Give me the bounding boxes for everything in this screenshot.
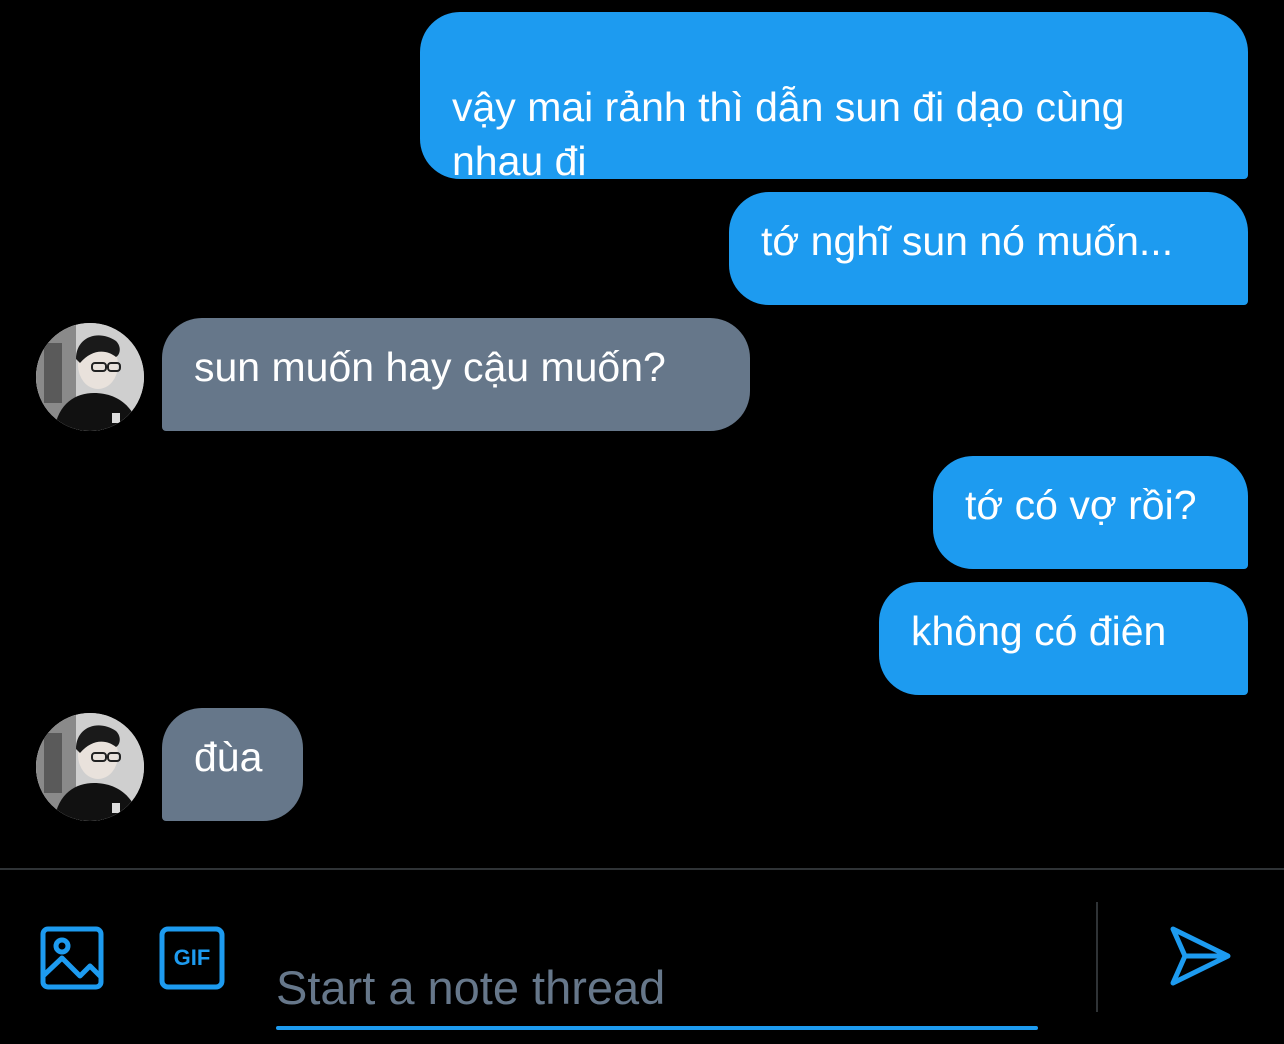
add-gif-button[interactable]: GIF — [159, 926, 225, 990]
message-thread: vậy mai rảnh thì dẫn sun đi dạo cùng nha… — [0, 0, 1284, 868]
avatar[interactable] — [36, 713, 144, 821]
message-composer: GIF Start a note thread — [0, 868, 1284, 1044]
add-media-button[interactable] — [40, 926, 104, 990]
outgoing-message-bubble[interactable]: vậy mai rảnh thì dẫn sun đi dạo cùng nha… — [420, 12, 1248, 184]
outgoing-message-bubble[interactable]: tớ nghĩ sun nó muốn... — [729, 192, 1248, 305]
message-text: sun muốn hay cậu muốn? — [194, 344, 666, 390]
outgoing-message-bubble[interactable]: tớ có vợ rồi? — [933, 456, 1248, 569]
avatar-photo-icon — [36, 713, 144, 821]
divider — [1096, 902, 1098, 1012]
incoming-message-bubble[interactable]: đùa — [162, 708, 303, 821]
avatar-photo-icon — [36, 323, 144, 431]
gif-label: GIF — [173, 945, 211, 970]
send-icon — [1170, 926, 1231, 986]
avatar[interactable] — [36, 323, 144, 431]
input-focus-underline — [276, 1026, 1038, 1030]
input-placeholder: Start a note thread — [276, 961, 666, 1014]
outgoing-message-bubble[interactable]: không có điên — [879, 582, 1248, 695]
note-thread-input[interactable]: Start a note thread — [276, 900, 1038, 1032]
message-text: đùa — [194, 734, 263, 780]
incoming-message-bubble[interactable]: sun muốn hay cậu muốn? — [162, 318, 750, 431]
image-icon — [40, 926, 104, 990]
message-text: vậy mai rảnh thì dẫn sun đi dạo cùng nha… — [452, 84, 1125, 184]
message-text: tớ nghĩ sun nó muốn... — [761, 218, 1174, 264]
message-text: không có điên — [911, 608, 1167, 654]
message-text: tớ có vợ rồi? — [965, 482, 1197, 528]
send-button[interactable] — [1168, 924, 1232, 988]
